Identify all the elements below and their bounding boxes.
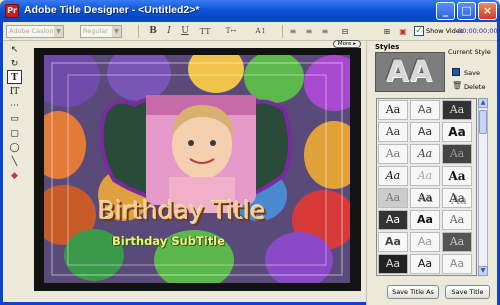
scroll-thumb[interactable] <box>479 110 487 134</box>
align-right-icon[interactable]: ≡ <box>318 24 332 39</box>
underline-icon[interactable]: U <box>178 24 192 39</box>
app-icon: Pr <box>5 4 19 18</box>
style-swatch[interactable]: Aa <box>410 166 440 186</box>
font-style-value: Regular <box>83 27 108 35</box>
style-swatch[interactable]: Aa <box>410 144 440 164</box>
divider-icon: ⋯ <box>10 101 19 111</box>
chevron-down-icon: ▼ <box>112 26 121 37</box>
align-left-icon[interactable]: ≡ <box>286 24 300 39</box>
type-tool-icon[interactable]: T <box>7 70 22 84</box>
style-swatch[interactable]: Aa <box>442 100 472 120</box>
trash-icon[interactable]: 🗑 <box>452 82 462 90</box>
style-swatch[interactable]: Aa <box>410 100 440 120</box>
current-style-label: Current Style <box>448 48 491 56</box>
style-swatch[interactable]: Aa <box>442 254 472 274</box>
style-swatch[interactable]: Aa <box>442 188 472 208</box>
style-preview-text: AA <box>386 54 433 88</box>
ellipse-tool-icon[interactable]: ◯ <box>7 141 22 155</box>
color-icon[interactable]: ◆ <box>7 169 22 183</box>
style-swatch[interactable]: Aa <box>378 210 408 230</box>
rectangle-tool-icon[interactable]: ▭ <box>7 112 22 126</box>
style-swatch[interactable]: Aa <box>442 210 472 230</box>
italic-icon[interactable]: I <box>162 24 176 39</box>
style-swatch[interactable]: Aa <box>410 122 440 142</box>
templates-icon[interactable]: ⊞ <box>380 24 394 39</box>
bold-icon[interactable]: B <box>146 24 160 39</box>
scroll-up-icon[interactable]: ▲ <box>478 98 488 108</box>
style-swatch[interactable]: Aa <box>378 254 408 274</box>
font-family-select[interactable]: Adobe Caslon Pro▼ <box>6 25 64 46</box>
chevron-down-icon: ▼ <box>54 26 63 37</box>
save-title-as-button[interactable]: Save Title As <box>387 285 439 299</box>
selection-tool-icon[interactable]: ↖ <box>7 43 22 57</box>
font-style-select[interactable]: Regular ▼ <box>80 25 122 38</box>
close-button[interactable]: × <box>478 2 497 20</box>
styles-panel-title: Styles <box>375 43 400 51</box>
minimize-button[interactable]: _ <box>436 2 455 20</box>
balloon-background-image <box>44 55 350 283</box>
tab-stops-icon[interactable]: ⊟ <box>338 24 352 39</box>
rotation-tool-icon[interactable]: ↻ <box>7 57 22 71</box>
style-swatch[interactable]: Aa <box>378 144 408 164</box>
scroll-down-icon[interactable]: ▼ <box>478 266 488 276</box>
style-swatch[interactable]: Aa <box>378 166 408 186</box>
birthday-photo <box>44 55 350 283</box>
toolbar-divider <box>282 25 283 38</box>
style-swatch[interactable]: Aa <box>378 232 408 252</box>
rounded-rectangle-tool-icon[interactable]: ▢ <box>7 127 22 141</box>
style-swatch[interactable]: Aa <box>410 210 440 230</box>
toolbar-divider <box>138 25 139 38</box>
kerning-icon[interactable]: T↔ <box>224 24 238 39</box>
style-swatch[interactable]: Aa <box>378 122 408 142</box>
delete-style-label[interactable]: Delete <box>464 83 485 91</box>
style-swatch[interactable]: Aa <box>410 188 440 208</box>
save-title-button[interactable]: Save Title <box>445 285 490 299</box>
style-swatch[interactable]: Aa <box>442 232 472 252</box>
maximize-button[interactable]: □ <box>457 2 476 20</box>
save-icon[interactable] <box>452 68 460 76</box>
line-tool-icon[interactable]: ╲ <box>7 155 22 169</box>
vertical-type-tool-icon[interactable]: IT <box>7 85 22 99</box>
style-swatch[interactable]: Aa <box>378 188 408 208</box>
style-swatch[interactable]: Aa <box>442 166 472 186</box>
style-swatch[interactable]: Aa <box>378 100 408 120</box>
style-swatch[interactable]: Aa <box>442 122 472 142</box>
align-center-icon[interactable]: ≡ <box>302 24 316 39</box>
more-button[interactable]: More ▸ <box>333 40 361 48</box>
style-swatch[interactable]: Aa <box>410 232 440 252</box>
style-swatch[interactable]: Aa <box>410 254 440 274</box>
canvas-title-text[interactable]: Birthday Title <box>98 196 266 225</box>
show-video-checkbox[interactable]: ✓ <box>414 26 424 36</box>
timecode[interactable]: 00;00;00;00 <box>458 27 498 35</box>
save-style-label[interactable]: Save <box>464 69 480 77</box>
leading-icon[interactable]: A↕ <box>254 24 268 39</box>
roll-crawl-icon[interactable]: ▣ <box>396 24 410 39</box>
font-size-icon[interactable]: TT <box>198 24 212 39</box>
style-swatch[interactable]: Aa <box>442 144 472 164</box>
window-title: Adobe Title Designer - <Untitled2>* <box>24 4 200 16</box>
canvas-subtitle-text[interactable]: Birthday SubTitle <box>112 234 225 248</box>
